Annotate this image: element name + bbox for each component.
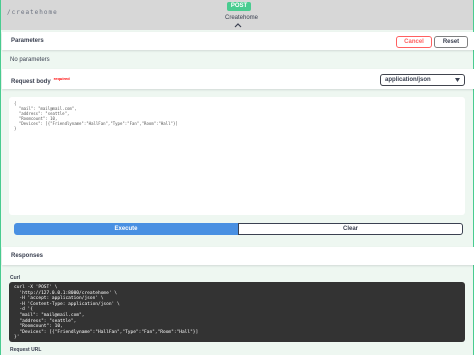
cancel-button[interactable]: Cancel xyxy=(396,36,432,48)
clear-button[interactable]: Clear xyxy=(238,223,463,235)
operation-path: /createhome xyxy=(7,9,58,16)
request-url-label: Request URL xyxy=(10,347,42,353)
operation-summary[interactable]: /createhome POST Createhome xyxy=(1,0,473,30)
parameters-title: Parameters xyxy=(11,38,44,44)
no-parameters-text: No parameters xyxy=(10,57,50,63)
curl-command: curl -X 'POST' \ 'http://127.0.0.1:8000/… xyxy=(9,282,465,342)
operation-description: Createhome xyxy=(225,15,259,21)
curl-label: Curl xyxy=(10,275,20,281)
content-type-select[interactable]: application/json xyxy=(380,74,465,86)
chevron-up-icon[interactable] xyxy=(234,22,242,28)
chevron-down-icon xyxy=(455,78,460,82)
request-body-title: Request bodyrequired xyxy=(11,76,70,85)
required-badge: required xyxy=(53,76,70,81)
method-badge: POST xyxy=(227,2,251,11)
request-body-editor[interactable]: { "mail": "mail@mail.com", "address": "s… xyxy=(9,97,465,215)
responses-header: Responses xyxy=(2,247,474,265)
content-type-value: application/json xyxy=(385,77,431,83)
execute-button[interactable]: Execute xyxy=(14,223,238,235)
responses-title: Responses xyxy=(11,253,44,259)
request-body-label: Request body xyxy=(11,79,51,85)
reset-button[interactable]: Reset xyxy=(434,36,468,48)
operation-block: /createhome POST Createhome Parameters C… xyxy=(0,0,474,355)
